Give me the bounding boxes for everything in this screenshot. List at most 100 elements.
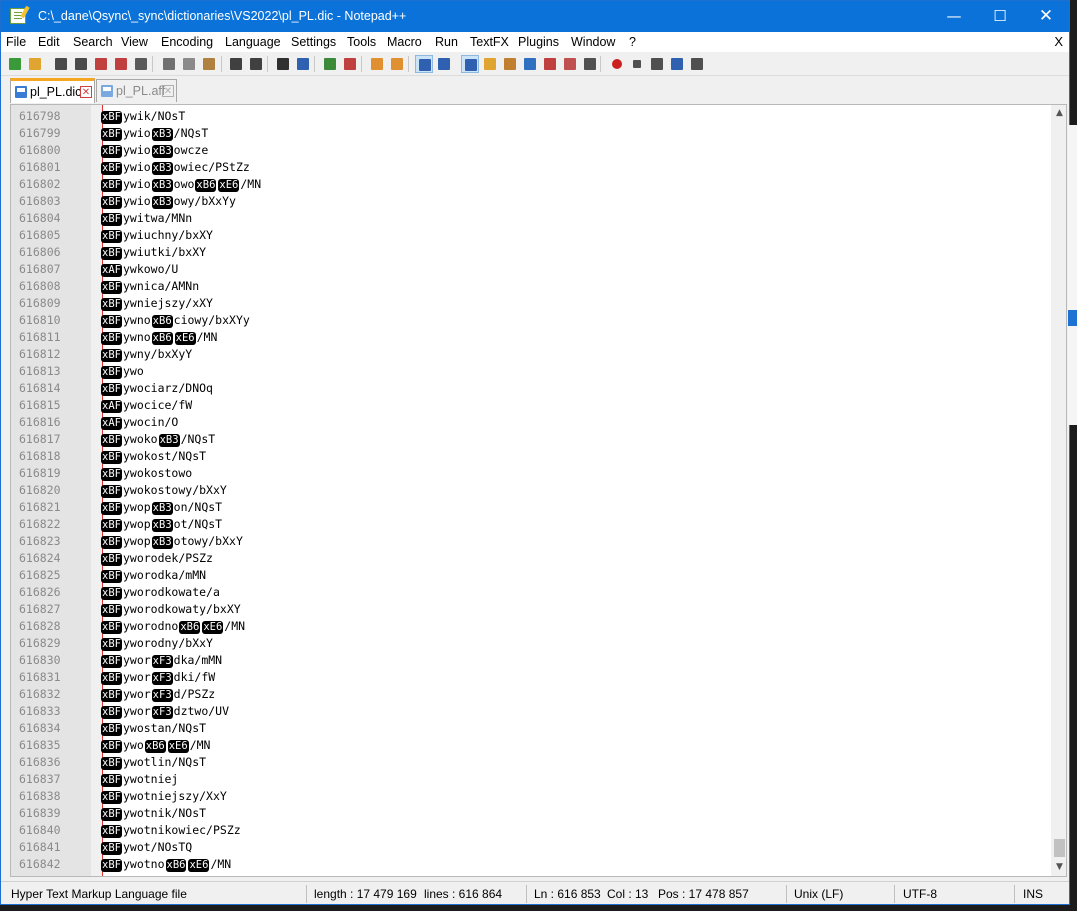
editor-line[interactable]: 616800 xBF ywio xB3 owcze bbox=[11, 142, 1051, 159]
menu-file[interactable]: File bbox=[6, 35, 26, 49]
tab-close-icon[interactable]: ✕ bbox=[80, 86, 92, 98]
line-text[interactable]: xAF ywkowo/U bbox=[100, 261, 178, 278]
line-text[interactable]: xBF ywotlin/NQsT bbox=[100, 754, 206, 771]
line-text[interactable]: xBF yworodka/mMN bbox=[100, 567, 206, 584]
menu-plugins[interactable]: Plugins bbox=[518, 35, 559, 49]
line-text[interactable]: xBF ywostan/NQsT bbox=[100, 720, 206, 737]
save-macro-icon[interactable] bbox=[688, 55, 706, 73]
editor-line[interactable]: 616829 xBF yworodny/bXxY bbox=[11, 635, 1051, 652]
line-text[interactable]: xBF yworodkowaty/bxXY bbox=[100, 601, 241, 618]
tab-pl-pl-dic[interactable]: pl_PL.dic ✕ bbox=[10, 78, 95, 103]
line-text[interactable]: xBF yworodek/PSZz bbox=[100, 550, 213, 567]
editor-line[interactable]: 616807 xAF ywkowo/U bbox=[11, 261, 1051, 278]
play-macro-icon[interactable] bbox=[648, 55, 666, 73]
record-macro-icon[interactable] bbox=[608, 55, 626, 73]
editor-line[interactable]: 616821 xBF ywop xB3 on/NQsT bbox=[11, 499, 1051, 516]
line-text[interactable]: xBF ywio xB3 owo xB6 xE6/MN bbox=[100, 176, 261, 193]
close-file-icon[interactable] bbox=[92, 55, 110, 73]
line-text[interactable]: xBF yworodkowate/a bbox=[100, 584, 220, 601]
editor-line[interactable]: 616804 xBF ywitwa/MNn bbox=[11, 210, 1051, 227]
line-text[interactable]: xBF ywo xB6 xE6/MN bbox=[100, 737, 210, 754]
save-icon[interactable] bbox=[52, 55, 70, 73]
minimize-button[interactable]: — bbox=[931, 1, 977, 32]
line-text[interactable]: xBF ywor xF3 dztwo/UV bbox=[100, 703, 229, 720]
menu-view[interactable]: View bbox=[121, 35, 148, 49]
editor-line[interactable]: 616825 xBF yworodka/mMN bbox=[11, 567, 1051, 584]
menu-run[interactable]: Run bbox=[435, 35, 458, 49]
editor-line[interactable]: 616799 xBF ywio xB3/NQsT bbox=[11, 125, 1051, 142]
tab-pl-pl-aff[interactable]: pl_PL.aff ✕ bbox=[96, 79, 177, 102]
udl-icon[interactable] bbox=[481, 55, 499, 73]
print-icon[interactable] bbox=[132, 55, 150, 73]
editor-line[interactable]: 616830 xBF ywor xF3 dka/mMN bbox=[11, 652, 1051, 669]
title-bar[interactable]: C:\_dane\Qsync\_sync\dictionaries\VS2022… bbox=[1, 1, 1069, 32]
line-text[interactable]: xBF ywotnikowiec/PSZz bbox=[100, 822, 241, 839]
editor-line[interactable]: 616810 xBF ywno xB6 ciowy/bxXYy bbox=[11, 312, 1051, 329]
open-file-icon[interactable] bbox=[26, 55, 44, 73]
doc-map-icon[interactable] bbox=[501, 55, 519, 73]
stop-macro-icon[interactable] bbox=[628, 55, 646, 73]
editor-line[interactable]: 616842 xBF ywotno xB6 xE6/MN bbox=[11, 856, 1051, 873]
line-text[interactable]: xBF ywo bbox=[100, 363, 144, 380]
editor-line[interactable]: 616805 xBF ywiuchny/bxXY bbox=[11, 227, 1051, 244]
editor-line[interactable]: 616817 xBF ywoko xB3/NQsT bbox=[11, 431, 1051, 448]
menu-tools[interactable]: Tools bbox=[347, 35, 376, 49]
editor-line[interactable]: 616835 xBF ywo xB6 xE6/MN bbox=[11, 737, 1051, 754]
line-text[interactable]: xBF ywitwa/MNn bbox=[100, 210, 192, 227]
show-all-chars-icon[interactable] bbox=[435, 55, 453, 73]
save-all-icon[interactable] bbox=[72, 55, 90, 73]
editor-line[interactable]: 616811 xBF ywno xB6 xE6/MN bbox=[11, 329, 1051, 346]
line-text[interactable]: xBF ywociarz/DNOq bbox=[100, 380, 213, 397]
menu-textfx[interactable]: TextFX bbox=[470, 35, 509, 49]
editor-line[interactable]: 616806 xBF ywiutki/bxXY bbox=[11, 244, 1051, 261]
menu-macro[interactable]: Macro bbox=[387, 35, 422, 49]
menu-search[interactable]: Search bbox=[73, 35, 113, 49]
editor-line[interactable]: 616822 xBF ywop xB3 ot/NQsT bbox=[11, 516, 1051, 533]
line-text[interactable]: xBF ywokostowy/bXxY bbox=[100, 482, 227, 499]
scroll-thumb[interactable] bbox=[1054, 839, 1065, 858]
line-text[interactable]: xBF ywor xF3 dki/fW bbox=[100, 669, 215, 686]
editor-line[interactable]: 616838 xBF ywotniejszy/XxY bbox=[11, 788, 1051, 805]
line-text[interactable]: xBF ywop xB3 on/NQsT bbox=[100, 499, 222, 516]
editor-line[interactable]: 616812 xBF ywny/bxXyY bbox=[11, 346, 1051, 363]
editor-pane[interactable]: 616798 xBF ywik/NOsT 616799 xBF ywio xB3/NQsT 6… bbox=[10, 104, 1067, 877]
indent-guide-icon[interactable] bbox=[461, 55, 479, 73]
editor-line[interactable]: 616837 xBF ywotniej bbox=[11, 771, 1051, 788]
editor-line[interactable]: 616819 xBF ywokostowo bbox=[11, 465, 1051, 482]
editor-line[interactable]: 616834 xBF ywostan/NQsT bbox=[11, 720, 1051, 737]
line-text[interactable]: xBF ywny/bxXyY bbox=[100, 346, 192, 363]
menu-language[interactable]: Language bbox=[225, 35, 281, 49]
editor-line[interactable]: 616808 xBF ywnica/AMNn bbox=[11, 278, 1051, 295]
editor-line[interactable]: 616839 xBF ywotnik/NOsT bbox=[11, 805, 1051, 822]
editor-line[interactable]: 616823 xBF ywop xB3 otowy/bXxY bbox=[11, 533, 1051, 550]
line-text[interactable]: xBF ywio xB3 owiec/PStZz bbox=[100, 159, 250, 176]
editor-line[interactable]: 616801 xBF ywio xB3 owiec/PStZz bbox=[11, 159, 1051, 176]
line-text[interactable]: xBF ywotno xB6 xE6/MN bbox=[100, 856, 231, 873]
sync-horizontal-icon[interactable] bbox=[388, 55, 406, 73]
new-file-icon[interactable] bbox=[6, 55, 24, 73]
menu-settings[interactable]: Settings bbox=[291, 35, 336, 49]
line-text[interactable]: xBF yworodny/bXxY bbox=[100, 635, 213, 652]
run-macro-multiple-icon[interactable] bbox=[668, 55, 686, 73]
paste-icon[interactable] bbox=[200, 55, 218, 73]
editor-line[interactable]: 616818 xBF ywokost/NQsT bbox=[11, 448, 1051, 465]
tab-close-icon[interactable]: ✕ bbox=[162, 85, 174, 97]
line-text[interactable]: xBF ywiutki/bxXY bbox=[100, 244, 206, 261]
editor-line[interactable]: 616798 xBF ywik/NOsT bbox=[11, 108, 1051, 125]
editor-line[interactable]: 616831 xBF ywor xF3 dki/fW bbox=[11, 669, 1051, 686]
word-wrap-icon[interactable] bbox=[415, 55, 433, 73]
line-text[interactable]: xBF ywokostowo bbox=[100, 465, 192, 482]
line-text[interactable]: xAF ywocin/O bbox=[100, 414, 178, 431]
line-text[interactable]: xBF yworodno xB6 xE6/MN bbox=[100, 618, 245, 635]
line-text[interactable]: xBF ywoko xB3/NQsT bbox=[100, 431, 215, 448]
editor-line[interactable]: 616836 xBF ywotlin/NQsT bbox=[11, 754, 1051, 771]
vertical-scrollbar[interactable]: ▲ ▼ bbox=[1051, 105, 1066, 876]
redo-icon[interactable] bbox=[247, 55, 265, 73]
folder-icon[interactable] bbox=[561, 55, 579, 73]
cut-icon[interactable] bbox=[160, 55, 178, 73]
editor-line[interactable]: 616803 xBF ywio xB3 owy/bXxYy bbox=[11, 193, 1051, 210]
line-text[interactable]: xBF ywokost/NQsT bbox=[100, 448, 206, 465]
line-text[interactable]: xAF ywocice/fW bbox=[100, 397, 192, 414]
close-all-icon[interactable] bbox=[112, 55, 130, 73]
monitor-icon[interactable] bbox=[581, 55, 599, 73]
